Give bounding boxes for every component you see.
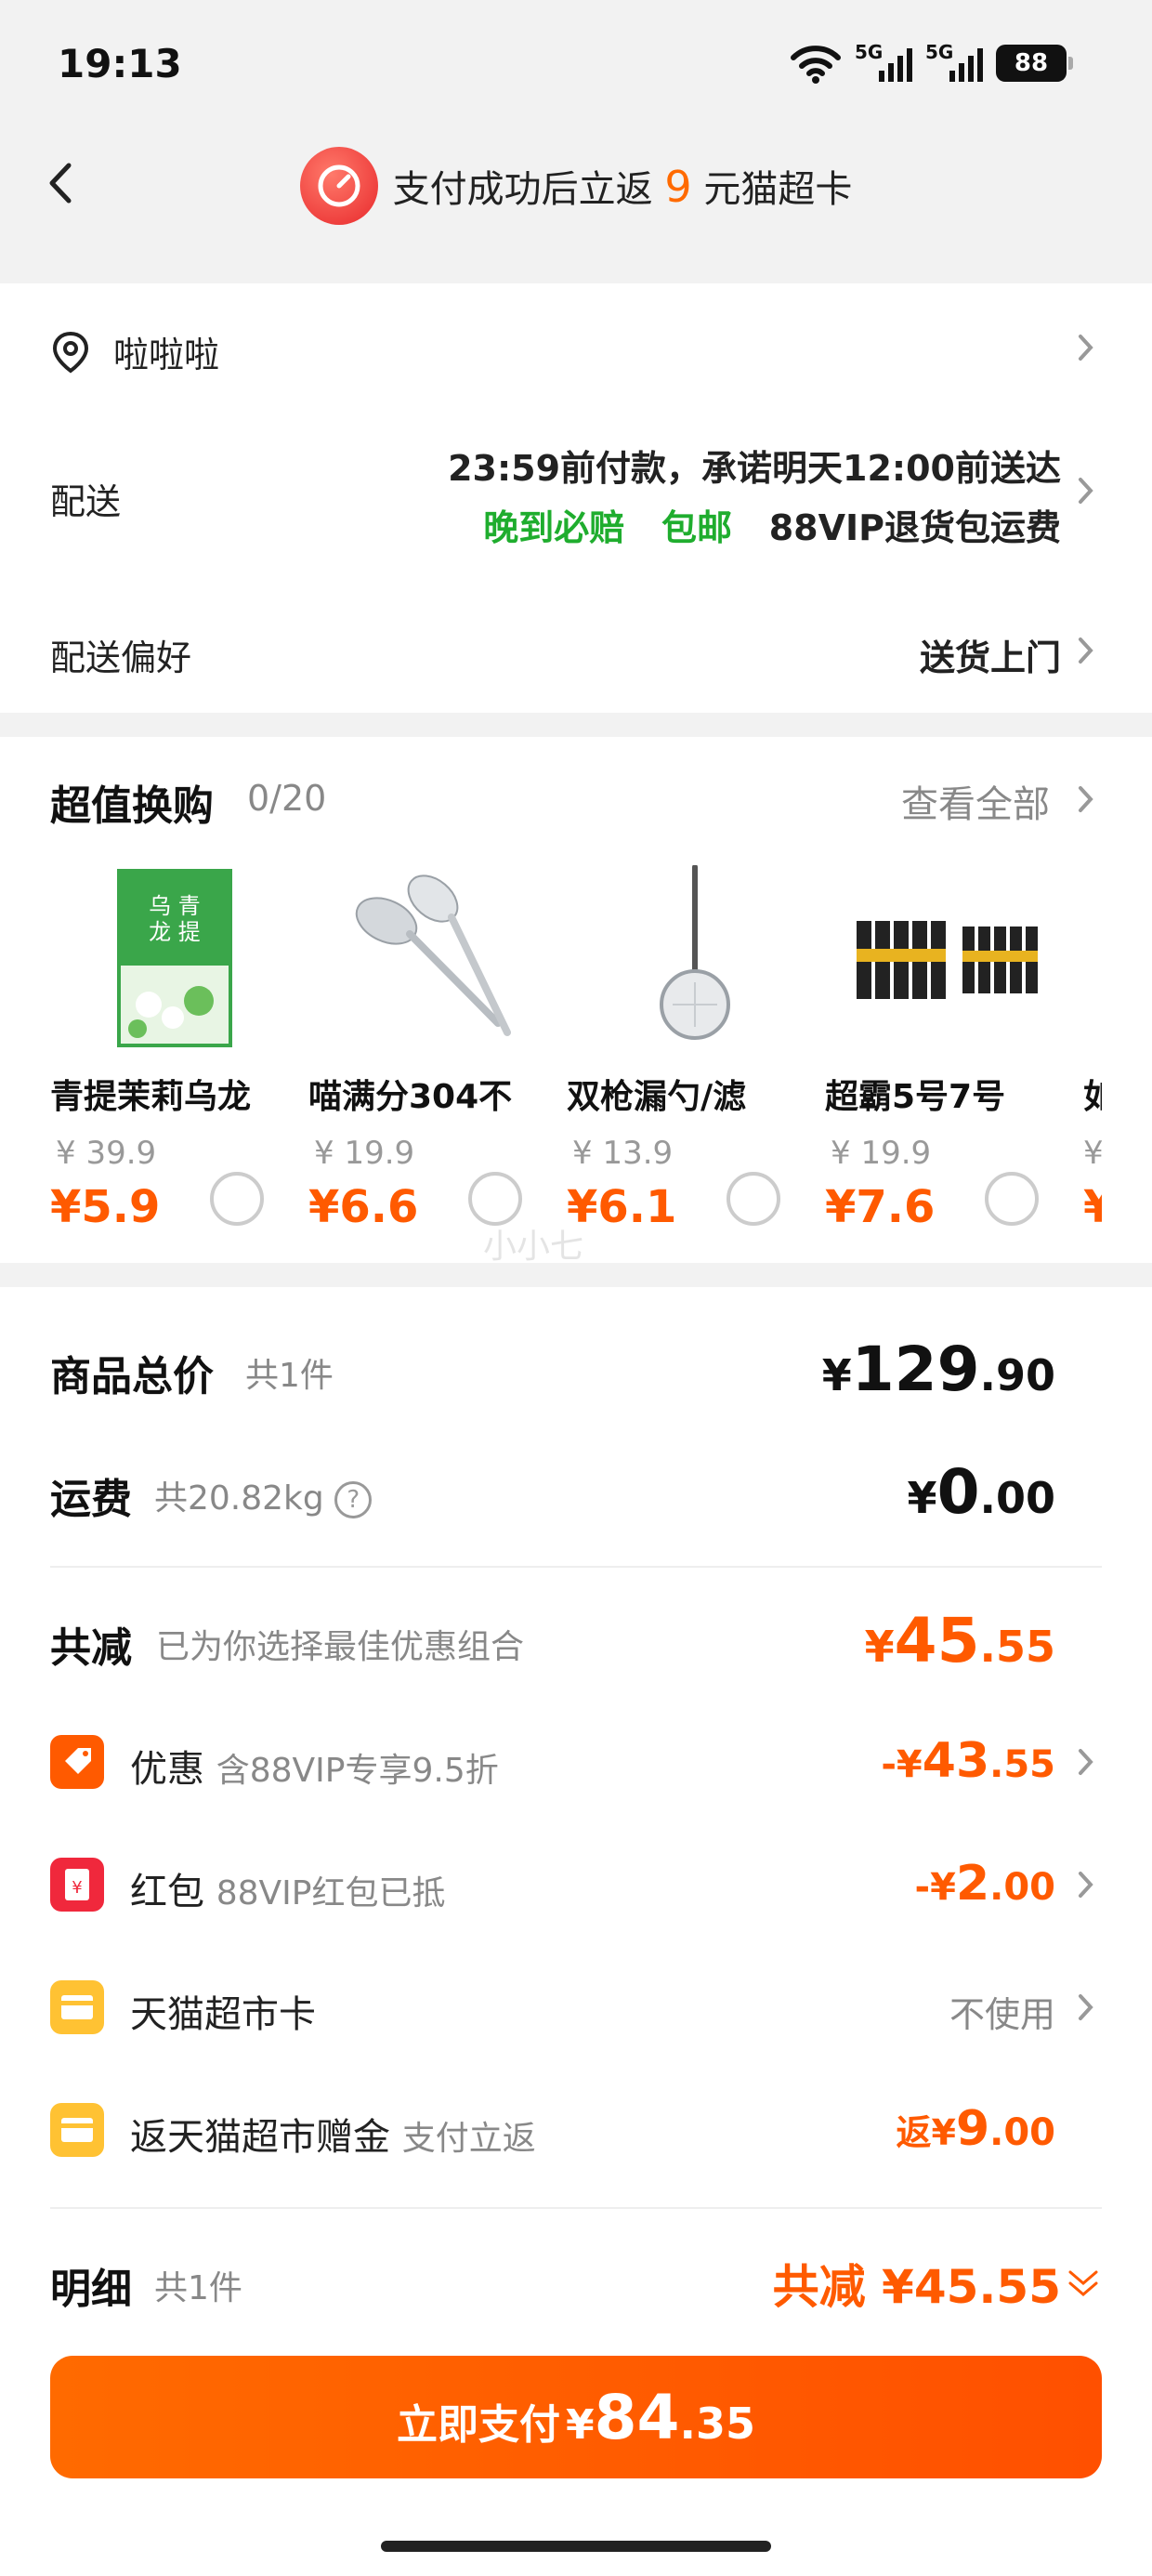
detail-label[interactable]: 明细 (50, 2255, 132, 2315)
address-name[interactable]: 啦啦啦 (113, 326, 219, 377)
pay-button-amount: 84 (594, 2382, 680, 2453)
supermarket-card-chevron-icon[interactable] (1076, 1991, 1096, 2023)
red-packet-icon: ¥ (50, 1858, 104, 1912)
upsell-item-name: 如 (1083, 1078, 1102, 1116)
upsell-item[interactable]: 喵满分304不 ¥ 19.9 ¥6.6 (308, 865, 559, 1237)
signal-2-icon: 5G (925, 41, 983, 85)
location-pin-icon (52, 331, 89, 374)
delivery-preference-value[interactable]: 送货上门 (920, 629, 1061, 680)
tea-box-image: 乌 青 龙 提 (117, 869, 232, 1047)
upsell-count: 0/20 (247, 778, 327, 819)
delivery-promise: 23:59前付款，承诺明天12:00前送达 (448, 448, 1061, 489)
summary-divider (50, 2207, 1102, 2209)
supermarket-card-label[interactable]: 天猫超市卡 (130, 1984, 316, 2038)
shipping-value: ¥0.00 (907, 1456, 1055, 1528)
cashback-line-label: 返天猫超市赠金 支付立返 (130, 2116, 536, 2159)
delivery-preference-label: 配送偏好 (50, 637, 192, 678)
upsell-item-original-price: ¥ 19.9 (314, 1135, 415, 1172)
upsell-item-price: ¥5.9 (50, 1181, 161, 1233)
upsell-item-name: 青提茉莉乌龙 (50, 1078, 252, 1116)
free-shipping-tag: 包邮 (661, 507, 733, 548)
upsell-item-price: ¥ (1083, 1181, 1102, 1233)
upsell-item-name: 超霸5号7号 (825, 1078, 1006, 1116)
upsell-item-original-price: ¥ (1083, 1135, 1102, 1172)
svg-text:¥: ¥ (72, 1878, 82, 1898)
upsell-item[interactable]: 超霸5号7号 ¥ 19.9 ¥7.6 (825, 865, 1076, 1237)
goods-total-value: ¥129.90 (821, 1334, 1055, 1405)
card-icon (50, 1980, 104, 2034)
status-time: 19:13 (58, 41, 182, 86)
status-icons: 5G 5G 88 (790, 41, 1073, 85)
cashback-text: 支付成功后立返 9 元猫超卡 (392, 162, 853, 212)
shipping-weight: 共20.82kg ? (154, 1471, 373, 1519)
upsell-card: 超值换购 0/20 查看全部 乌 青 龙 提 青提茉莉乌龙 ¥ 39.9 ¥5.… (0, 737, 1152, 1263)
batteries-image (857, 921, 1038, 999)
address-chevron-icon[interactable] (1076, 332, 1096, 363)
signal-1-icon: 5G (855, 41, 912, 85)
discount-line-label[interactable]: 优惠 含88VIP专享9.5折 (130, 1739, 499, 1793)
upsell-item-name: 喵满分304不 (308, 1078, 513, 1116)
upsell-item-price: ¥7.6 (825, 1181, 936, 1233)
upsell-item[interactable]: 如 ¥ ¥ (1083, 865, 1102, 1237)
top-bar: 支付成功后立返 9 元猫超卡 (0, 139, 1152, 283)
svg-text:乌 青: 乌 青 (149, 893, 201, 919)
goods-count: 共1件 (245, 1357, 334, 1395)
upsell-title: 超值换购 (50, 782, 214, 830)
svg-text:龙 提: 龙 提 (149, 919, 201, 945)
spoons-image (355, 874, 511, 1036)
pay-button-currency: ¥ (566, 2401, 595, 2449)
discount-chevron-icon[interactable] (1076, 1746, 1096, 1778)
cashback-line-value: 返¥9.00 (896, 2101, 1056, 2157)
preference-chevron-icon[interactable] (1076, 635, 1096, 666)
expand-chevron-icon[interactable] (1065, 2265, 1102, 2302)
upsell-item-select-radio[interactable] (468, 1172, 522, 1226)
summary-divider (50, 1566, 1102, 1568)
pay-button-label: 立即支付 (397, 2401, 560, 2449)
cashback-banner: 支付成功后立返 9 元猫超卡 (0, 147, 1152, 225)
gift-card-icon (50, 2103, 104, 2157)
delivery-chevron-icon[interactable] (1076, 475, 1096, 506)
home-indicator[interactable] (381, 2541, 771, 2552)
upsell-item-price: ¥6.6 (308, 1181, 419, 1233)
upsell-item-select-radio[interactable] (210, 1172, 264, 1226)
discount-line-value[interactable]: -¥43.55 (881, 1733, 1055, 1789)
upsell-item-original-price: ¥ 19.9 (831, 1135, 932, 1172)
upsell-item[interactable]: 乌 青 龙 提 青提茉莉乌龙 ¥ 39.9 ¥5.9 (50, 865, 301, 1237)
gauge-icon (299, 147, 378, 225)
battery-icon: 88 (996, 45, 1073, 82)
red-packet-line-value[interactable]: -¥2.00 (915, 1856, 1055, 1912)
red-packet-line-label[interactable]: 红包 88VIP红包已抵 (130, 1861, 445, 1915)
watermark: 小小七 (483, 1228, 584, 1263)
pay-button-decimals: .35 (679, 2399, 755, 2449)
pay-now-button[interactable]: 立即支付 ¥ 84 .35 (50, 2356, 1102, 2478)
view-all-link[interactable]: 查看全部 (901, 774, 1050, 828)
total-discount-value: ¥45.55 (864, 1605, 1055, 1676)
strainer-image (660, 865, 730, 1040)
upsell-item-select-radio[interactable] (727, 1172, 780, 1226)
supermarket-card-value[interactable]: 不使用 (949, 1986, 1055, 2037)
upsell-item-name: 双枪漏勺/滤 (567, 1078, 747, 1116)
total-discount-note: 已为你选择最佳优惠组合 (156, 1628, 525, 1666)
upsell-item-original-price: ¥ 13.9 (572, 1135, 674, 1172)
total-discount-label: 共减 (50, 1624, 132, 1672)
help-icon[interactable]: ? (334, 1481, 373, 1518)
vip-return-tag: 88VIP退货包运费 (768, 507, 1061, 548)
shipping-label: 运费 (50, 1476, 132, 1523)
delivery-tags: 晚到必赔 包邮 88VIP退货包运费 (483, 499, 1061, 550)
upsell-item[interactable]: 双枪漏勺/滤 ¥ 13.9 ¥6.1 (567, 865, 818, 1237)
goods-total-label: 商品总价 (50, 1353, 214, 1400)
view-all-chevron-icon[interactable] (1076, 783, 1096, 815)
address-delivery-card: 啦啦啦 配送 23:59前付款，承诺明天12:00前送达 晚到必赔 包邮 88V… (0, 283, 1152, 713)
upsell-item-original-price: ¥ 39.9 (56, 1135, 157, 1172)
coupon-icon (50, 1735, 104, 1789)
red-packet-chevron-icon[interactable] (1076, 1869, 1096, 1900)
delivery-label: 配送 (50, 481, 122, 522)
wifi-icon (791, 46, 841, 84)
status-bar: 19:13 5G 5G 88 (0, 0, 1152, 139)
detail-count: 共1件 (154, 2269, 242, 2307)
detail-discount-value[interactable]: 共减 ¥45.55 (773, 2250, 1061, 2317)
upsell-item-select-radio[interactable] (985, 1172, 1039, 1226)
late-compensation-tag: 晚到必赔 (483, 507, 625, 548)
